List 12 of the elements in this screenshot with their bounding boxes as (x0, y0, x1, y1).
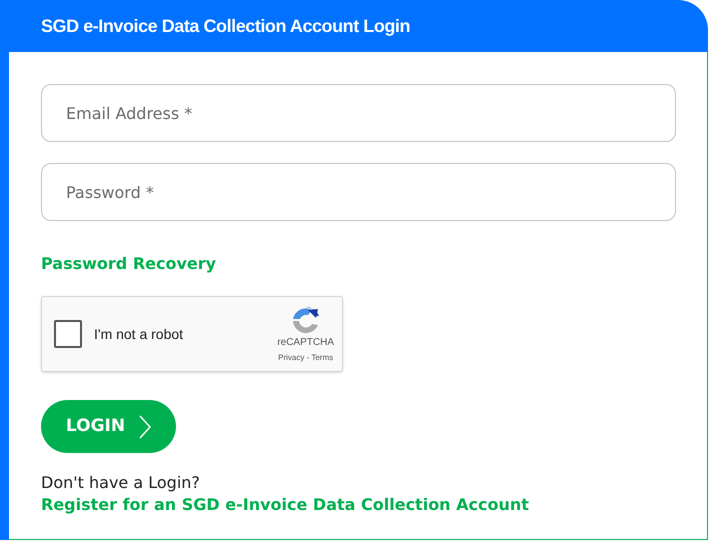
captcha-links[interactable]: Privacy - Terms (278, 352, 334, 363)
input-field[interactable]: Password * (41, 163, 676, 221)
captcha-label: I'm not a robot (94, 324, 184, 344)
captcha-brand: reCAPTCHA (277, 337, 334, 350)
register-link[interactable]: Register for an SGD e-Invoice Data Collection Account (41, 494, 529, 516)
captcha-checkbox[interactable] (54, 320, 82, 348)
password-recovery-link[interactable]: Password Recovery (41, 252, 216, 276)
card-title: SGD e-Invoice Data Collection Account Login (41, 14, 410, 38)
input-field[interactable]: Email Address * (41, 84, 676, 142)
chevron-right-icon (139, 414, 152, 438)
register-prompt: Don't have a Login? (41, 472, 201, 494)
login-button[interactable]: LOGIN (41, 400, 176, 453)
